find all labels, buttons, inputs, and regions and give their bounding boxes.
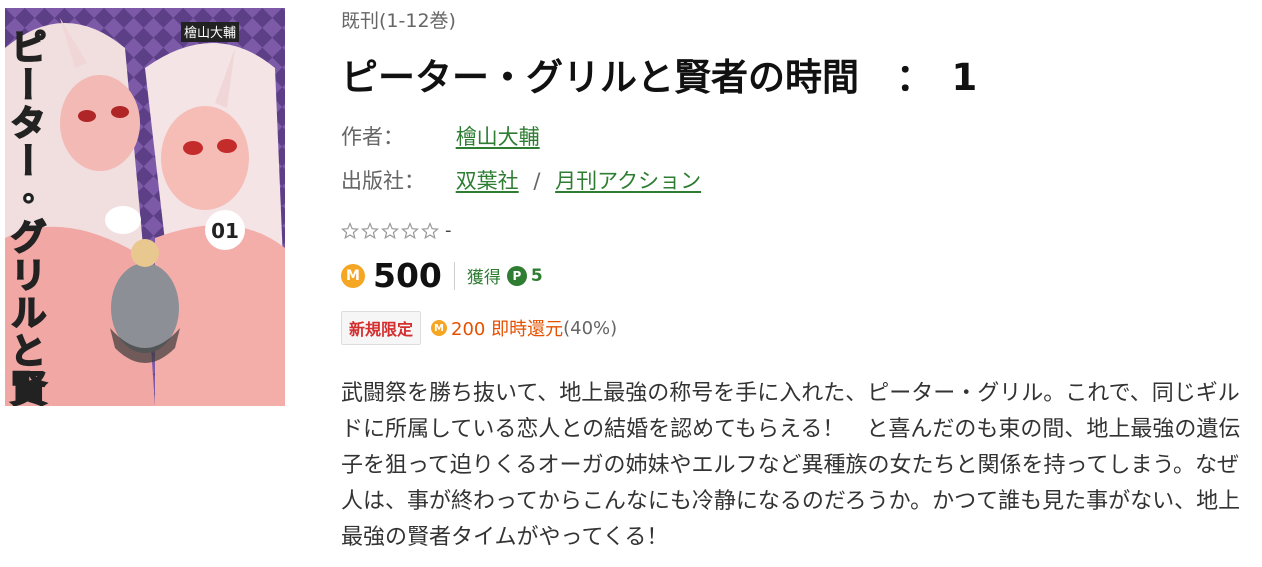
magazine-label-link[interactable]: 月刊アクション <box>555 169 701 193</box>
cover-illustration: 01 檜山大輔 ピーター・グリルと賢者の時間 <box>5 8 285 406</box>
star-empty-icon <box>381 221 399 239</box>
instant-cashback-amount: 200 即時還元 <box>451 319 564 340</box>
star-rating[interactable]: - <box>341 220 452 241</box>
book-description: 武闘祭を勝ち抜いて、地上最強の称号を手に入れた、ピーター・グリル。これで、同じギ… <box>341 381 1241 550</box>
publisher-row: 出版社： 双葉社 / 月刊アクション <box>341 166 701 196</box>
star-empty-icon <box>421 221 439 239</box>
star-empty-icon <box>401 221 419 239</box>
star-empty-icon <box>341 221 359 239</box>
instant-cashback-rate: (40%) <box>563 317 618 339</box>
coin-icon: M <box>341 263 365 288</box>
author-row: 作者： 檜山大輔 <box>341 122 540 152</box>
coin-icon: M <box>431 320 448 336</box>
price-value: 500 <box>373 256 442 295</box>
cover-title-text: ピーター・グリルと賢者の時間 <box>5 28 47 406</box>
author-label: 作者： <box>341 125 404 149</box>
earn-points-label: 獲得 <box>466 268 501 288</box>
series-volume-count: 既刊(1-12巻) <box>341 10 456 32</box>
point-icon: P <box>506 265 527 286</box>
book-cover-image[interactable]: 01 檜山大輔 ピーター・グリルと賢者の時間 <box>5 8 285 406</box>
publisher-separator: / <box>533 169 541 193</box>
earn-points-value: 5 <box>530 265 543 286</box>
promo-row: 新規限定 M 200 即時還元 (40%) <box>341 311 617 345</box>
rating-value: - <box>445 220 452 241</box>
new-user-only-badge: 新規限定 <box>341 311 422 345</box>
cover-author-text: 檜山大輔 <box>184 25 236 41</box>
cover-volume-number: 01 <box>211 219 239 243</box>
star-empty-icon <box>361 221 379 239</box>
book-title: ピーター・グリルと賢者の時間 ： 1 <box>341 56 978 99</box>
publisher-link[interactable]: 双葉社 <box>456 169 519 193</box>
author-link[interactable]: 檜山大輔 <box>456 125 540 149</box>
publisher-label: 出版社： <box>341 169 425 193</box>
price-divider <box>453 261 455 290</box>
price-row: M 500 獲得 P 5 <box>341 256 543 295</box>
